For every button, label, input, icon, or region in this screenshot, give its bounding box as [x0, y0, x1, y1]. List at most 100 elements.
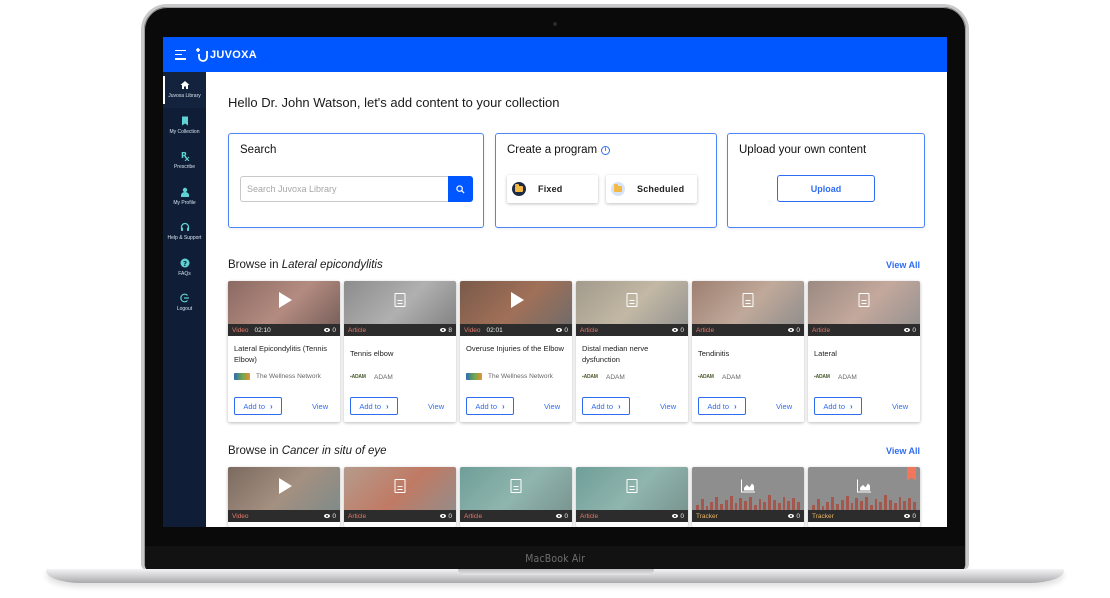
sidebar-item-faqs[interactable]: ? FAQs — [163, 250, 206, 286]
view-count: 0 — [324, 327, 336, 334]
content-provider: ▪ADAM ADAM — [582, 373, 625, 381]
view-all-link[interactable]: View All — [886, 260, 920, 270]
sidebar-item-label: My Collection — [169, 128, 200, 135]
thumbnail-info-bar: Tracker 0 — [692, 510, 804, 522]
logout-icon — [179, 293, 190, 303]
tracker-bar — [908, 498, 912, 510]
view-all-link[interactable]: View All — [886, 446, 920, 456]
add-to-button[interactable]: Add to › — [814, 397, 862, 415]
sidebar-item-juvoxa-library[interactable]: Juvoxa Library — [163, 72, 206, 108]
tracker-bar — [773, 500, 776, 510]
eye-icon — [672, 514, 679, 518]
content-card[interactable]: Article 8 Tennis elbow ▪ADAM ADAM Add to ›… — [344, 281, 456, 422]
thumbnail-info-bar: Article 0 — [692, 324, 804, 336]
content-thumbnail[interactable]: Article 0 — [692, 281, 804, 336]
brand-name: JUVOXA — [210, 48, 258, 61]
scheduled-program-button[interactable]: Scheduled — [606, 175, 697, 203]
content-title[interactable]: Tendinitis — [698, 348, 798, 359]
view-link[interactable]: View — [312, 402, 328, 411]
sidebar-item-prescribe[interactable]: R Prescribe — [163, 143, 206, 179]
sidebar-item-logout[interactable]: Logout — [163, 285, 206, 321]
add-to-button[interactable]: Add to › — [582, 397, 630, 415]
content-title[interactable]: Overuse Injuries of the Elbow — [466, 343, 566, 354]
tracker-bar — [744, 501, 747, 510]
search-input[interactable] — [240, 176, 448, 202]
chevron-right-icon: › — [618, 401, 621, 411]
content-card[interactable]: Article 0 Distal median nerve dysfunctio… — [576, 281, 688, 422]
sidebar-item-my-collection[interactable]: My Collection — [163, 108, 206, 144]
content-title[interactable]: Tennis elbow — [350, 348, 450, 359]
content-thumbnail[interactable]: Article 0 — [808, 281, 920, 336]
content-thumbnail[interactable]: Video 02:10 0 — [228, 281, 340, 336]
add-to-button[interactable]: Add to › — [234, 397, 282, 415]
content-card[interactable]: Video 0 — [228, 467, 340, 527]
content-thumbnail[interactable]: Article 0 — [460, 467, 572, 522]
view-link[interactable]: View — [776, 402, 792, 411]
info-icon[interactable]: i — [601, 146, 610, 155]
search-icon — [456, 184, 465, 194]
eye-icon — [440, 328, 447, 332]
video-duration: 02:10 — [254, 326, 271, 334]
tracker-bar — [893, 502, 897, 510]
wellness-network-logo — [466, 373, 482, 380]
scheduled-program-label: Scheduled — [637, 184, 685, 194]
document-icon — [510, 479, 522, 493]
content-card[interactable]: Article 0 Tendinitis ▪ADAM ADAM Add to › V… — [692, 281, 804, 422]
content-title[interactable]: Lateral Epicondylitis (Tennis Elbow) — [234, 343, 334, 365]
add-to-label: Add to — [359, 401, 381, 411]
content-card[interactable]: Article 0 — [460, 467, 572, 527]
view-count: 8 — [440, 327, 452, 334]
sidebar-item-label: Juvoxa Library — [168, 93, 201, 100]
content-thumbnail[interactable]: Article 8 — [344, 281, 456, 336]
view-count-value: 0 — [680, 326, 684, 334]
content-thumbnail[interactable]: Article 0 — [576, 281, 688, 336]
play-icon — [279, 292, 292, 308]
content-title[interactable]: Lateral — [814, 348, 914, 359]
hamburger-menu-icon[interactable] — [175, 49, 186, 60]
view-count: 0 — [556, 327, 568, 334]
juvoxa-logo-icon — [194, 47, 208, 63]
sidebar-item-help-support[interactable]: Help & Support — [163, 214, 206, 250]
content-thumbnail[interactable]: Article 0 — [344, 467, 456, 522]
content-card[interactable]: Video 02:10 0 Lateral Epicondylitis (Ten… — [228, 281, 340, 422]
content-card[interactable]: Tracker 0 — [692, 467, 804, 527]
brand-logo[interactable]: JUVOXA — [194, 47, 257, 63]
sidebar-item-my-profile[interactable]: My Profile — [163, 179, 206, 215]
content-card[interactable]: Article 0 — [344, 467, 456, 527]
tracker-bar — [715, 497, 719, 510]
content-thumbnail[interactable]: Video 02:01 0 — [460, 281, 572, 336]
tracker-bar — [884, 494, 887, 510]
add-to-button[interactable]: Add to › — [466, 397, 514, 415]
fixed-program-button[interactable]: Fixed — [507, 175, 598, 203]
content-thumbnail[interactable]: Tracker 0 — [808, 467, 920, 522]
wellness-network-logo — [234, 373, 250, 380]
upload-button[interactable]: Upload — [777, 175, 875, 202]
content-thumbnail[interactable]: Video 0 — [228, 467, 340, 522]
search-button[interactable] — [448, 176, 473, 202]
view-link[interactable]: View — [428, 402, 444, 411]
tracker-bar — [792, 498, 796, 510]
content-card[interactable]: Article 0 — [576, 467, 688, 527]
view-count-value: 0 — [796, 326, 800, 334]
content-provider: ▪ADAM ADAM — [350, 373, 393, 381]
content-card[interactable]: Article 0 Lateral ▪ADAM ADAM Add to › View — [808, 281, 920, 422]
content-thumbnail[interactable]: Article 0 — [576, 467, 688, 522]
add-to-label: Add to — [707, 401, 729, 411]
add-to-button[interactable]: Add to › — [350, 397, 398, 415]
thumb-icon-wrap — [508, 292, 524, 308]
tracker-bar — [710, 501, 714, 510]
content-thumbnail[interactable]: Tracker 0 — [692, 467, 804, 522]
content-card[interactable]: Tracker 0 — [808, 467, 920, 527]
view-link[interactable]: View — [544, 402, 560, 411]
tracker-bars — [812, 492, 916, 510]
view-link[interactable]: View — [892, 402, 908, 411]
add-to-label: Add to — [591, 401, 613, 411]
content-title[interactable]: Distal median nerve dysfunction — [582, 343, 682, 365]
add-to-button[interactable]: Add to › — [698, 397, 746, 415]
view-link[interactable]: View — [660, 402, 676, 411]
content-card[interactable]: Video 02:01 0 Overuse Injuries of the El… — [460, 281, 572, 422]
content-type-label: Article — [580, 326, 599, 334]
tracker-bar — [797, 501, 800, 510]
view-count: 0 — [672, 327, 684, 334]
sidebar-item-label: Prescribe — [173, 164, 196, 171]
